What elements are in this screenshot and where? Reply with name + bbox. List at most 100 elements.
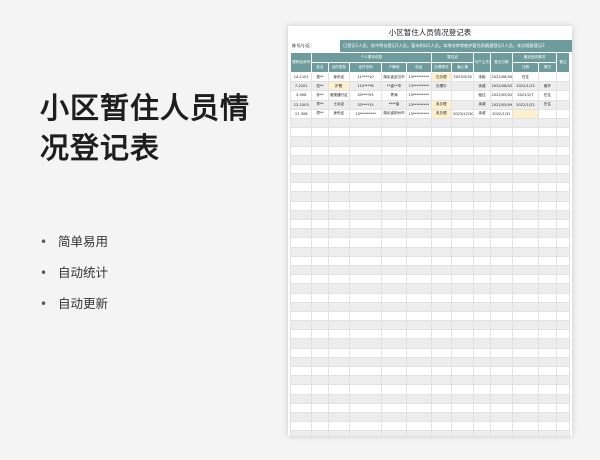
- table-cell[interactable]: [311, 163, 329, 175]
- table-cell[interactable]: [381, 421, 407, 432]
- table-cell[interactable]: [289, 320, 313, 331]
- table-cell[interactable]: [450, 246, 475, 257]
- table-cell[interactable]: [405, 255, 432, 266]
- table-cell[interactable]: [405, 246, 432, 257]
- table-cell[interactable]: [512, 145, 539, 156]
- table-cell[interactable]: [381, 347, 407, 358]
- table-cell[interactable]: [489, 283, 514, 294]
- table-cell[interactable]: [405, 117, 432, 129]
- table-cell[interactable]: [327, 200, 350, 211]
- table-cell[interactable]: [348, 320, 383, 331]
- table-cell[interactable]: [289, 246, 313, 257]
- table-cell[interactable]: [289, 283, 313, 294]
- table-cell[interactable]: [327, 237, 350, 248]
- table-cell[interactable]: [473, 127, 491, 138]
- table-cell[interactable]: [512, 375, 539, 386]
- table-cell[interactable]: 13*********: [405, 90, 432, 101]
- table-cell[interactable]: [450, 145, 475, 156]
- table-cell[interactable]: [348, 347, 383, 358]
- table-cell[interactable]: [512, 347, 539, 358]
- table-cell[interactable]: [537, 200, 558, 211]
- table-cell[interactable]: [556, 228, 570, 239]
- table-cell[interactable]: [512, 218, 539, 230]
- table-cell[interactable]: [381, 320, 407, 331]
- table-cell[interactable]: [556, 411, 570, 423]
- table-cell[interactable]: [473, 310, 491, 322]
- table-cell[interactable]: 在住: [512, 71, 539, 83]
- table-cell[interactable]: [430, 421, 452, 432]
- table-cell[interactable]: [537, 163, 558, 175]
- table-cell[interactable]: [289, 127, 313, 138]
- table-cell[interactable]: [289, 338, 313, 349]
- table-cell[interactable]: [489, 255, 514, 266]
- table-cell[interactable]: [537, 411, 558, 423]
- table-cell[interactable]: [348, 301, 383, 312]
- table-cell[interactable]: [556, 90, 570, 101]
- table-cell[interactable]: [512, 402, 539, 413]
- table-cell[interactable]: [556, 356, 570, 368]
- table-cell[interactable]: [537, 384, 558, 395]
- table-cell[interactable]: [289, 347, 313, 358]
- table-cell[interactable]: [327, 375, 350, 386]
- table-cell[interactable]: [512, 292, 539, 303]
- table-cell[interactable]: [537, 237, 558, 248]
- table-cell[interactable]: [289, 163, 313, 175]
- table-cell[interactable]: [311, 375, 329, 386]
- table-cell[interactable]: [473, 384, 491, 395]
- table-cell[interactable]: 2022/08/02: [489, 81, 514, 92]
- table-cell[interactable]: 2022/05/09: [489, 99, 514, 110]
- table-cell[interactable]: [473, 274, 491, 285]
- table-cell[interactable]: [473, 246, 491, 257]
- table-cell[interactable]: [381, 246, 407, 257]
- table-cell[interactable]: [537, 320, 558, 331]
- table-cell[interactable]: [450, 375, 475, 386]
- table-cell[interactable]: [327, 384, 350, 395]
- table-cell[interactable]: [537, 264, 558, 276]
- table-cell[interactable]: [556, 338, 570, 349]
- table-cell[interactable]: [537, 255, 558, 266]
- table-cell[interactable]: [473, 136, 491, 147]
- table-cell[interactable]: [405, 402, 432, 413]
- table-cell[interactable]: [405, 320, 432, 331]
- table-cell[interactable]: [489, 356, 514, 368]
- table-cell[interactable]: [473, 182, 491, 193]
- table-cell[interactable]: [289, 173, 313, 184]
- table-cell[interactable]: [348, 209, 383, 221]
- table-cell[interactable]: [289, 384, 313, 395]
- table-cell[interactable]: [289, 145, 313, 156]
- table-cell[interactable]: [556, 255, 570, 266]
- table-cell[interactable]: [381, 154, 407, 165]
- table-cell[interactable]: [381, 301, 407, 312]
- table-cell[interactable]: [311, 384, 329, 395]
- table-cell[interactable]: [537, 117, 558, 129]
- table-cell[interactable]: [430, 173, 452, 184]
- table-cell[interactable]: [311, 320, 329, 331]
- table-cell[interactable]: [556, 209, 570, 221]
- table-cell[interactable]: [405, 136, 432, 147]
- table-cell[interactable]: [473, 329, 491, 340]
- table-cell[interactable]: [311, 145, 329, 156]
- table-cell[interactable]: [512, 182, 539, 193]
- table-cell[interactable]: [381, 393, 407, 404]
- table-cell[interactable]: [381, 402, 407, 413]
- table-cell[interactable]: 2023/5/30: [450, 71, 475, 83]
- table-cell[interactable]: [489, 320, 514, 331]
- table-cell[interactable]: [537, 127, 558, 138]
- table-cell[interactable]: [450, 347, 475, 358]
- table-cell[interactable]: [289, 301, 313, 312]
- table-cell[interactable]: [311, 430, 329, 436]
- table-cell[interactable]: [430, 393, 452, 404]
- table-cell[interactable]: [473, 173, 491, 184]
- table-cell[interactable]: [289, 200, 313, 211]
- table-cell[interactable]: [405, 421, 432, 432]
- table-cell[interactable]: [311, 338, 329, 349]
- table-cell[interactable]: [327, 421, 350, 432]
- table-cell[interactable]: [473, 218, 491, 230]
- table-cell[interactable]: [311, 347, 329, 358]
- table-cell[interactable]: [405, 218, 432, 230]
- table-cell[interactable]: [450, 421, 475, 432]
- table-cell[interactable]: [327, 173, 350, 184]
- table-cell[interactable]: [348, 145, 383, 156]
- table-cell[interactable]: [311, 154, 329, 165]
- table-cell[interactable]: [473, 356, 491, 368]
